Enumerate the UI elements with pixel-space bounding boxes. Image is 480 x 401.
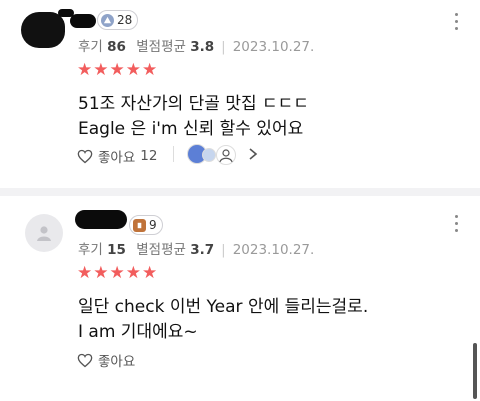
review-meta: 후기 86 별점평균 3.8 | 2023.10.27. (78, 39, 315, 55)
review-count: 86 (107, 39, 126, 55)
avatar[interactable] (21, 12, 65, 48)
person-icon (37, 226, 51, 241)
review-date: 2023.10.27. (232, 242, 315, 258)
review-date: 2023.10.27. (232, 39, 315, 55)
review-text: 51조 자산가의 단골 맛집 ㄷㄷㄷ Eagle 은 i'm 신뢰 할수 있어요 (78, 92, 309, 142)
more-vertical-icon[interactable] (455, 215, 459, 236)
review-meta: 후기 15 별점평균 3.7 | 2023.10.27. (78, 242, 315, 258)
like-label: 좋아요 (98, 150, 136, 166)
badge-count: 28 (117, 13, 133, 27)
username-redacted[interactable] (75, 210, 127, 229)
separator (173, 146, 174, 162)
review-count: 15 (107, 242, 126, 258)
level-badge-icon (101, 13, 114, 27)
review-label: 후기 (78, 39, 103, 55)
star-rating: ★★★★★ (77, 263, 159, 283)
liker-avatar[interactable] (216, 145, 236, 165)
avg-value: 3.7 (190, 242, 215, 258)
more-vertical-icon[interactable] (455, 13, 459, 34)
review-line: 51조 자산가의 단골 맛집 ㄷㄷㄷ (78, 94, 309, 114)
review-line: I am 기대에요~ (78, 322, 198, 342)
level-badge: 9 (129, 215, 163, 235)
like-button[interactable]: 좋아요 (77, 350, 135, 370)
section-divider (0, 188, 480, 196)
username-redacted (58, 9, 74, 17)
like-label: 좋아요 (98, 354, 136, 370)
liker-avatar[interactable] (202, 148, 216, 162)
badge-count: 9 (149, 218, 157, 232)
review-line: 일단 check 이번 Year 안에 들리는걸로. (78, 297, 369, 317)
heart-outline-icon (77, 353, 93, 367)
avatar[interactable] (25, 214, 63, 252)
avg-label: 별점평균 (136, 39, 186, 55)
avg-value: 3.8 (190, 39, 215, 55)
scrollbar[interactable] (473, 343, 477, 399)
username-redacted[interactable] (70, 14, 96, 28)
like-count: 12 (140, 148, 158, 164)
heart-outline-icon (77, 149, 93, 163)
chevron-right-icon[interactable] (248, 148, 258, 160)
avg-label: 별점평균 (136, 242, 186, 258)
level-badge-icon (133, 218, 146, 232)
like-button[interactable]: 좋아요 12 (77, 146, 157, 166)
star-rating: ★★★★★ (77, 60, 159, 80)
review-line: Eagle 은 i'm 신뢰 할수 있어요 (78, 119, 304, 139)
review-label: 후기 (78, 242, 103, 258)
level-badge: 28 (97, 10, 139, 30)
review-text: 일단 check 이번 Year 안에 들리는걸로. I am 기대에요~ (78, 295, 368, 345)
